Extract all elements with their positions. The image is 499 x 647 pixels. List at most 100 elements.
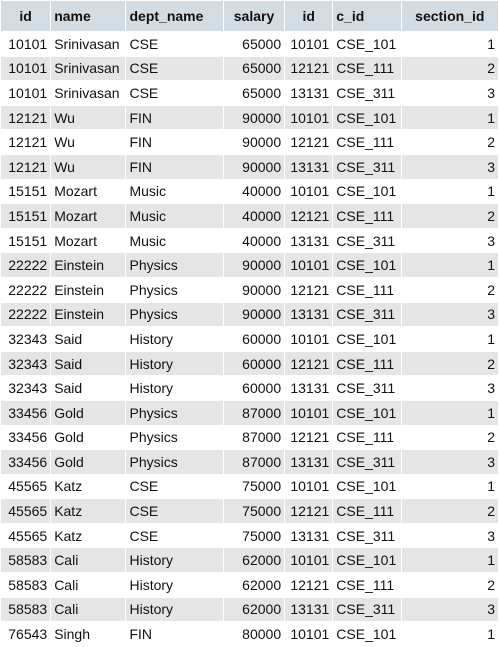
column-header-id-2[interactable]: id — [285, 1, 333, 31]
cell-c-id: CSE_311 — [333, 523, 401, 548]
cell-id: 33456 — [1, 450, 51, 474]
table-row[interactable]: 58583 Cali History 62000 13131 CSE_311 3 — [1, 597, 498, 622]
cell-id-2: 13131 — [285, 597, 333, 622]
table-row[interactable]: 33456 Gold Physics 87000 10101 CSE_101 1 — [1, 400, 498, 425]
table-row[interactable]: 32343 Said History 60000 12121 CSE_111 2 — [1, 351, 498, 376]
table-row[interactable]: 58583 Cali History 62000 12121 CSE_111 2 — [1, 573, 498, 597]
column-header-section-id[interactable]: section_id — [401, 1, 498, 31]
cell-c-id: CSE_111 — [333, 499, 401, 523]
cell-salary: 87000 — [223, 450, 285, 474]
cell-c-id: CSE_111 — [333, 277, 401, 302]
cell-c-id: CSE_111 — [333, 204, 401, 228]
cell-id-2: 12121 — [285, 130, 333, 154]
cell-id: 45565 — [1, 499, 51, 523]
table-row[interactable]: 45565 Katz CSE 75000 13131 CSE_311 3 — [1, 523, 498, 548]
cell-name: Singh — [51, 622, 126, 646]
column-header-salary[interactable]: salary — [223, 1, 285, 31]
cell-salary: 90000 — [223, 154, 285, 179]
cell-id: 33456 — [1, 425, 51, 450]
cell-name: Mozart — [51, 228, 126, 253]
cell-section-id: 3 — [401, 81, 498, 105]
cell-dept-name: CSE — [126, 523, 223, 548]
cell-salary: 40000 — [223, 179, 285, 204]
table-row[interactable]: 10101 Srinivasan CSE 65000 10101 CSE_101 1 — [1, 32, 498, 56]
column-header-id[interactable]: id — [1, 1, 51, 31]
cell-c-id: CSE_311 — [333, 81, 401, 105]
cell-dept-name: CSE — [126, 474, 223, 499]
table-row[interactable]: 33456 Gold Physics 87000 12121 CSE_111 2 — [1, 425, 498, 450]
cell-salary: 80000 — [223, 622, 285, 646]
cell-section-id: 3 — [401, 154, 498, 179]
cell-c-id: CSE_101 — [333, 622, 401, 646]
table-row[interactable]: 15151 Mozart Music 40000 12121 CSE_111 2 — [1, 204, 498, 228]
cell-id: 22222 — [1, 302, 51, 327]
table-row[interactable]: 32343 Said History 60000 13131 CSE_311 3 — [1, 376, 498, 400]
cell-name: Srinivasan — [51, 32, 126, 56]
cell-section-id: 1 — [401, 400, 498, 425]
table-row[interactable]: 10101 Srinivasan CSE 65000 12121 CSE_111 2 — [1, 56, 498, 81]
cell-id-2: 12121 — [285, 425, 333, 450]
table-row[interactable]: 33456 Gold Physics 87000 13131 CSE_311 3 — [1, 450, 498, 474]
query-result-table: id name dept_name salary id c_id section… — [0, 0, 499, 647]
cell-dept-name: Music — [126, 204, 223, 228]
table-row[interactable]: 45565 Katz CSE 75000 10101 CSE_101 1 — [1, 474, 498, 499]
table-row[interactable]: 22222 Einstein Physics 90000 12121 CSE_111 2 — [1, 277, 498, 302]
cell-c-id: CSE_311 — [333, 450, 401, 474]
cell-id-2: 10101 — [285, 32, 333, 56]
column-header-c-id[interactable]: c_id — [333, 1, 401, 31]
table-row[interactable]: 76543 Singh FIN 80000 10101 CSE_101 1 — [1, 622, 498, 646]
cell-id: 76543 — [1, 622, 51, 646]
cell-salary: 90000 — [223, 277, 285, 302]
cell-dept-name: CSE — [126, 81, 223, 105]
cell-section-id: 3 — [401, 450, 498, 474]
cell-id-2: 10101 — [285, 400, 333, 425]
cell-dept-name: History — [126, 327, 223, 351]
cell-name: Einstein — [51, 302, 126, 327]
column-header-name[interactable]: name — [51, 1, 126, 31]
cell-salary: 60000 — [223, 327, 285, 351]
cell-salary: 75000 — [223, 523, 285, 548]
cell-salary: 90000 — [223, 253, 285, 277]
table-row[interactable]: 22222 Einstein Physics 90000 10101 CSE_101 1 — [1, 253, 498, 277]
table-row[interactable]: 12121 Wu FIN 90000 12121 CSE_111 2 — [1, 130, 498, 154]
cell-c-id: CSE_101 — [333, 327, 401, 351]
cell-salary: 62000 — [223, 548, 285, 573]
cell-salary: 60000 — [223, 351, 285, 376]
cell-name: Cali — [51, 548, 126, 573]
column-header-dept-name[interactable]: dept_name — [126, 1, 223, 31]
cell-id-2: 10101 — [285, 253, 333, 277]
table-row[interactable]: 12121 Wu FIN 90000 10101 CSE_101 1 — [1, 105, 498, 130]
cell-name: Gold — [51, 400, 126, 425]
cell-name: Cali — [51, 597, 126, 622]
cell-section-id: 2 — [401, 499, 498, 523]
cell-c-id: CSE_101 — [333, 548, 401, 573]
table-row[interactable]: 15151 Mozart Music 40000 13131 CSE_311 3 — [1, 228, 498, 253]
cell-id-2: 13131 — [285, 523, 333, 548]
table-header: id name dept_name salary id c_id section… — [1, 1, 498, 31]
cell-id-2: 10101 — [285, 105, 333, 130]
cell-c-id: CSE_101 — [333, 253, 401, 277]
cell-salary: 90000 — [223, 302, 285, 327]
cell-salary: 90000 — [223, 105, 285, 130]
cell-id-2: 10101 — [285, 622, 333, 646]
table-row[interactable]: 22222 Einstein Physics 90000 13131 CSE_311 3 — [1, 302, 498, 327]
table-row[interactable]: 58583 Cali History 62000 10101 CSE_101 1 — [1, 548, 498, 573]
cell-salary: 65000 — [223, 32, 285, 56]
table-row[interactable]: 12121 Wu FIN 90000 13131 CSE_311 3 — [1, 154, 498, 179]
table-row[interactable]: 45565 Katz CSE 75000 12121 CSE_111 2 — [1, 499, 498, 523]
table-row[interactable]: 32343 Said History 60000 10101 CSE_101 1 — [1, 327, 498, 351]
cell-salary: 62000 — [223, 573, 285, 597]
table-row[interactable]: 15151 Mozart Music 40000 10101 CSE_101 1 — [1, 179, 498, 204]
cell-c-id: CSE_111 — [333, 130, 401, 154]
cell-dept-name: History — [126, 597, 223, 622]
cell-dept-name: Physics — [126, 450, 223, 474]
table-row[interactable]: 10101 Srinivasan CSE 65000 13131 CSE_311 3 — [1, 81, 498, 105]
cell-id-2: 10101 — [285, 327, 333, 351]
cell-section-id: 2 — [401, 130, 498, 154]
cell-dept-name: CSE — [126, 32, 223, 56]
cell-id-2: 13131 — [285, 81, 333, 105]
cell-section-id: 1 — [401, 179, 498, 204]
cell-section-id: 2 — [401, 277, 498, 302]
cell-id-2: 13131 — [285, 154, 333, 179]
cell-id: 10101 — [1, 32, 51, 56]
